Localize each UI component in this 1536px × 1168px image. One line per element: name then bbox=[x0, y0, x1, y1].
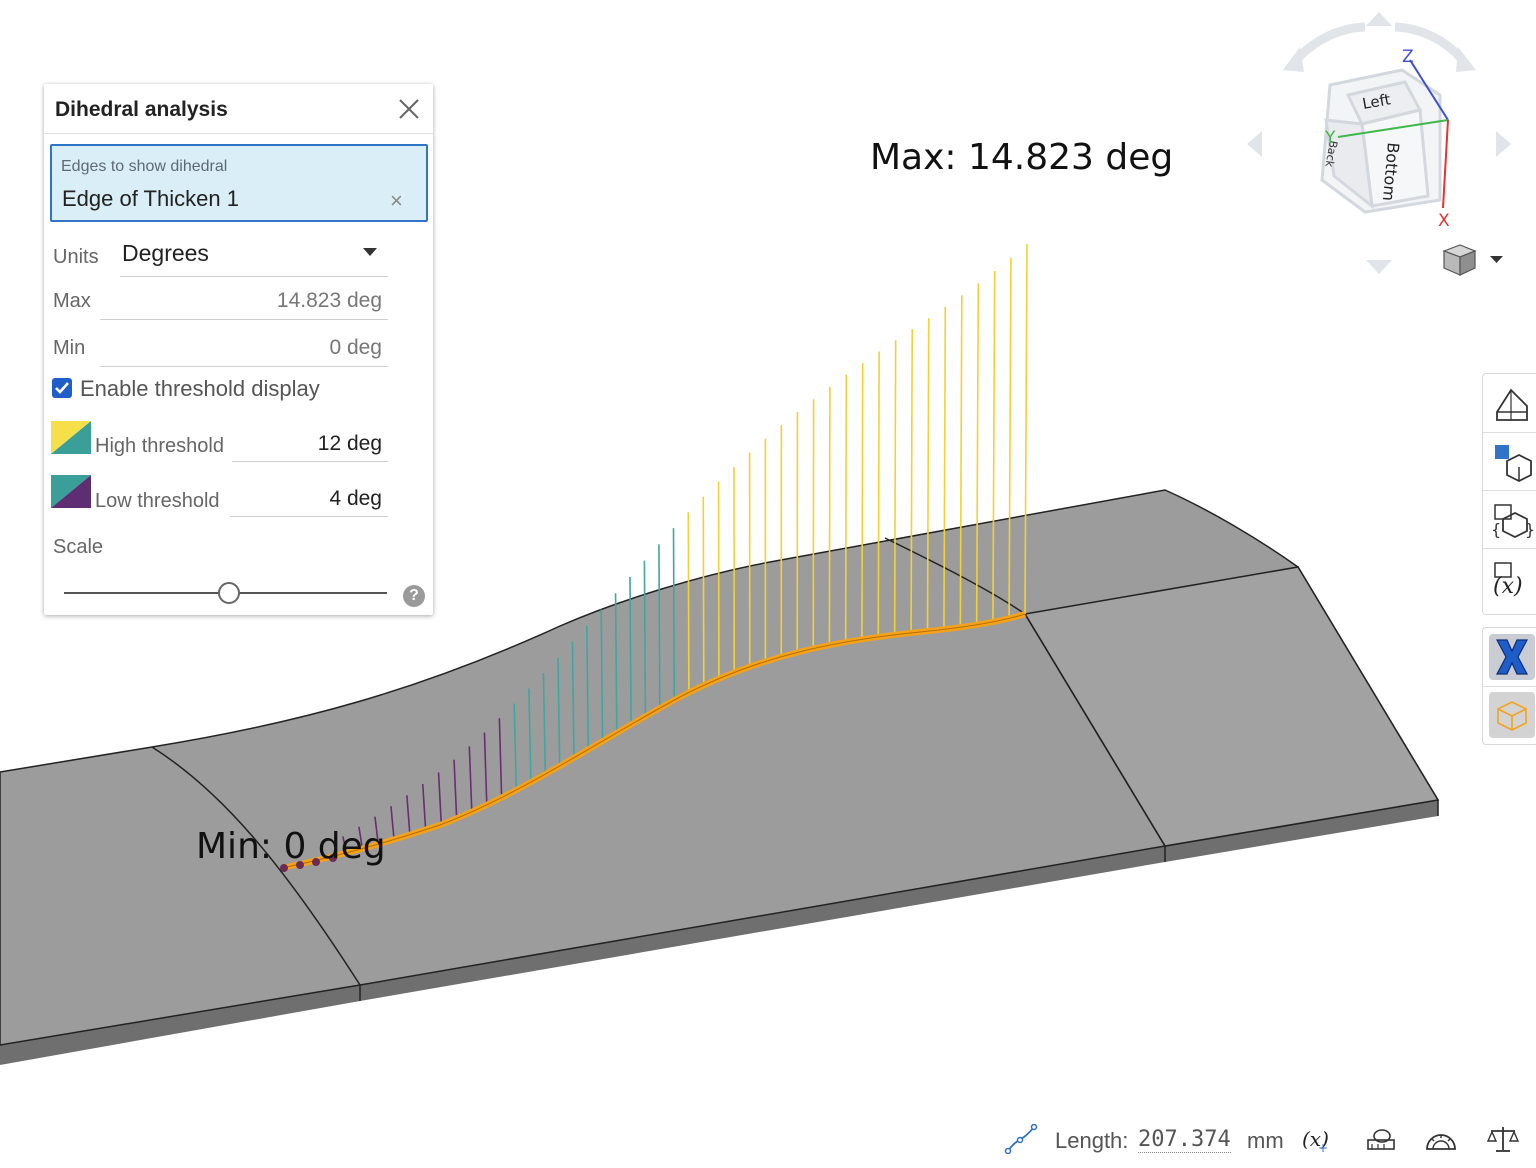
edges-field-label: Edges to show dihedral bbox=[61, 158, 227, 176]
high-threshold-color-swatch[interactable] bbox=[51, 421, 91, 454]
view-mode-dropdown-chevron-icon[interactable] bbox=[1490, 256, 1503, 263]
right-toolbar: { } (x) bbox=[1482, 373, 1536, 615]
right-toolbar-lower bbox=[1482, 627, 1536, 745]
low-threshold-color-swatch[interactable] bbox=[51, 475, 91, 508]
dihedral-comb-line bbox=[674, 528, 675, 700]
scale-slider-handle[interactable] bbox=[218, 582, 240, 604]
dihedral-comb-line bbox=[644, 561, 645, 717]
close-icon[interactable] bbox=[396, 96, 422, 122]
length-value[interactable]: 207.374 bbox=[1138, 1127, 1231, 1153]
min-label: Min bbox=[53, 337, 85, 360]
y-axis-label: Y bbox=[1324, 128, 1336, 148]
dihedral-comb-line bbox=[688, 512, 689, 692]
dihedral-comb-line bbox=[703, 497, 704, 686]
length-unit: mm bbox=[1247, 1128, 1284, 1154]
dihedral-comb-line bbox=[862, 363, 863, 639]
enable-threshold-checkbox[interactable] bbox=[52, 378, 72, 398]
variables-icon[interactable]: (x) bbox=[1489, 555, 1535, 601]
view-cube-widget[interactable]: Left Bottom Back Z Y X bbox=[1240, 8, 1530, 298]
dihedral-comb-line bbox=[846, 375, 847, 642]
units-dropdown[interactable]: Degrees bbox=[120, 234, 388, 277]
low-threshold-input[interactable]: 4 deg bbox=[230, 481, 388, 517]
length-label: Length: bbox=[1055, 1128, 1128, 1154]
dihedral-analysis-dialog: Dihedral analysis Edges to show dihedral… bbox=[44, 84, 433, 615]
dialog-header-divider bbox=[44, 133, 433, 134]
named-views-icon[interactable] bbox=[1489, 439, 1535, 485]
units-selected-value: Degrees bbox=[122, 240, 209, 267]
high-threshold-label: High threshold bbox=[95, 435, 224, 458]
checkmark-icon bbox=[52, 378, 72, 398]
section-view-icon[interactable] bbox=[1489, 382, 1535, 428]
units-label: Units bbox=[53, 246, 99, 269]
view-down-arrow-icon[interactable] bbox=[1366, 260, 1392, 274]
display-states-icon[interactable] bbox=[1489, 692, 1535, 738]
view-right-arrow-icon[interactable] bbox=[1496, 131, 1511, 157]
dialog-title: Dihedral analysis bbox=[55, 98, 228, 122]
scale-label: Scale bbox=[53, 536, 103, 559]
svg-text:+: + bbox=[1318, 1141, 1328, 1154]
max-value-field: 14.823 deg bbox=[100, 282, 388, 320]
max-label: Max bbox=[53, 290, 91, 313]
z-axis-label: Z bbox=[1402, 47, 1414, 67]
dihedral-comb-line bbox=[630, 577, 631, 725]
measure-tape-icon[interactable] bbox=[1364, 1124, 1398, 1154]
low-threshold-label: Low threshold bbox=[95, 490, 220, 513]
mass-properties-scale-icon[interactable] bbox=[1486, 1124, 1520, 1154]
svg-text:(x): (x) bbox=[1493, 574, 1523, 599]
dihedral-comb-line bbox=[659, 544, 660, 708]
toolbar-divider bbox=[1483, 490, 1536, 491]
enable-threshold-label: Enable threshold display bbox=[80, 376, 320, 402]
dihedral-comb-line bbox=[911, 329, 912, 633]
x-axis-line bbox=[1443, 120, 1448, 208]
insert-variable-icon[interactable]: (x) + bbox=[1300, 1124, 1334, 1154]
x-close-icon[interactable] bbox=[1489, 634, 1535, 680]
edges-selection-field[interactable]: Edges to show dihedral Edge of Thicken 1… bbox=[50, 144, 428, 222]
rotate-right-arrowhead-icon bbox=[1456, 47, 1476, 72]
min-value-field: 0 deg bbox=[100, 329, 388, 367]
svg-text:}: } bbox=[1525, 520, 1535, 539]
toolbar-divider bbox=[1483, 686, 1536, 687]
edges-field-value: Edge of Thicken 1 bbox=[62, 186, 239, 212]
configurations-icon[interactable]: { } bbox=[1489, 497, 1535, 543]
high-threshold-input[interactable]: 12 deg bbox=[232, 426, 388, 462]
view-up-arrow-icon[interactable] bbox=[1366, 12, 1392, 26]
dihedral-comb-line bbox=[829, 387, 830, 645]
view-left-arrow-icon[interactable] bbox=[1247, 131, 1262, 157]
toolbar-divider bbox=[1483, 432, 1536, 433]
view-mode-cube-icon[interactable] bbox=[1444, 245, 1475, 275]
protractor-icon[interactable] bbox=[1424, 1124, 1458, 1154]
min-dihedral-label: Min: 0 deg bbox=[196, 826, 386, 867]
curve-edge-icon bbox=[1004, 1124, 1038, 1154]
help-icon[interactable]: ? bbox=[403, 585, 425, 607]
chevron-down-icon bbox=[363, 248, 377, 256]
dihedral-comb-line bbox=[878, 351, 879, 636]
measure-status-bar: Length: 207.374 mm (x) + bbox=[1000, 1118, 1536, 1162]
svg-text:{: { bbox=[1491, 520, 1501, 539]
dihedral-comb-line bbox=[895, 340, 896, 635]
max-dihedral-label: Max: 14.823 deg bbox=[870, 137, 1173, 178]
clear-selection-icon[interactable]: × bbox=[390, 188, 403, 214]
toolbar-divider bbox=[1483, 548, 1536, 549]
x-axis-label: X bbox=[1438, 211, 1450, 231]
